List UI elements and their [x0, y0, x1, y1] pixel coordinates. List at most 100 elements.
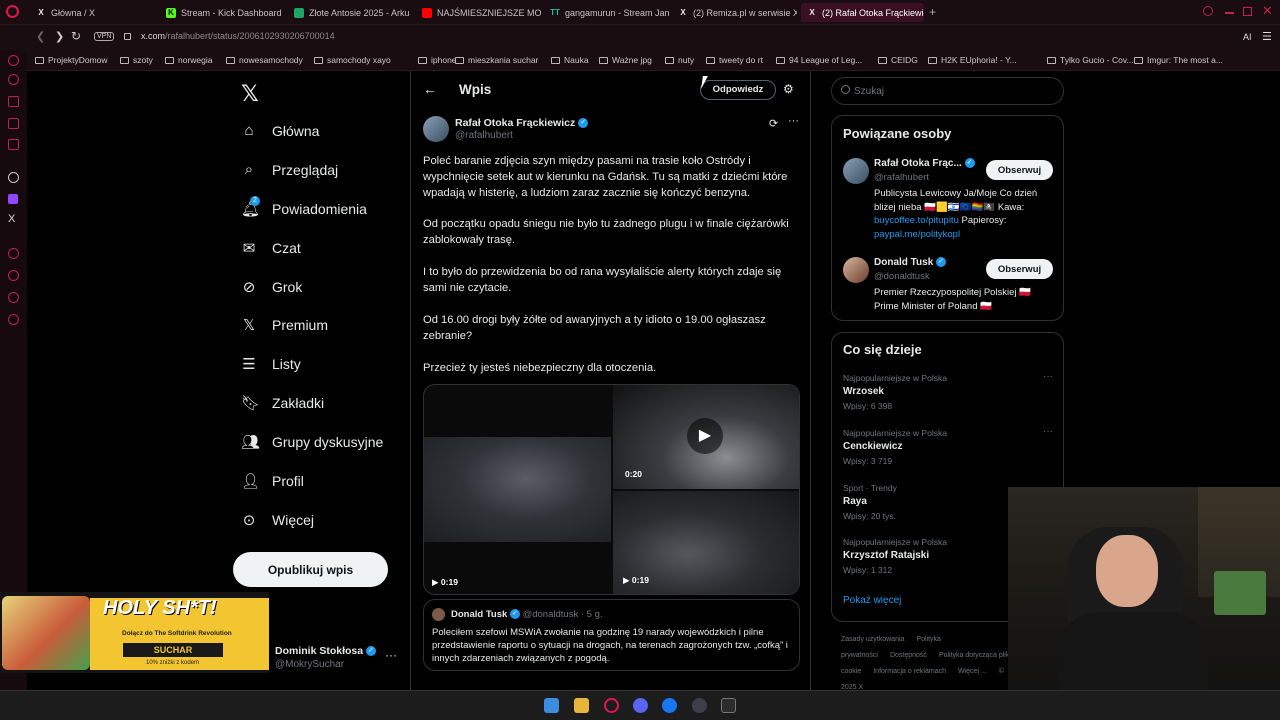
nav-item-mail[interactable]: ✉ Czat: [241, 239, 301, 257]
reload-icon[interactable]: ↻: [71, 29, 81, 43]
url-field[interactable]: x.com/rafalhubert/status/200610293020670…: [141, 31, 335, 41]
tab-4[interactable]: TT gangamurun - Stream Jan: [544, 3, 669, 22]
avatar[interactable]: [843, 158, 869, 184]
settings-icon[interactable]: [8, 314, 19, 325]
bookmark-item[interactable]: samochody xayo: [314, 55, 391, 65]
footer-link[interactable]: Informacja o reklamach: [873, 668, 946, 675]
bookmark-item[interactable]: nowesamochody: [226, 55, 303, 65]
person-name[interactable]: Rafał Otoka Frąc... ✓: [874, 158, 975, 169]
nav-item-person[interactable]: 👤︎ Profil: [241, 472, 304, 490]
follow-button[interactable]: Obserwuj: [986, 259, 1053, 279]
rail-icon-4[interactable]: [8, 118, 19, 129]
opera-logo-icon[interactable]: [6, 5, 19, 18]
play-icon[interactable]: ▶: [687, 418, 723, 454]
bookmark-item[interactable]: norwegia: [165, 55, 213, 65]
avatar[interactable]: [843, 257, 869, 283]
trend-item[interactable]: Najpopularniejsze w Polska Wrzosek Wpisy: …: [843, 371, 1053, 411]
quoted-post[interactable]: Donald Tusk ✓ @donaldtusk · 5 g. Polecił…: [423, 599, 800, 671]
discord-icon[interactable]: [633, 698, 648, 713]
account-name[interactable]: Dominik Stokłosa ✓: [275, 645, 377, 657]
rail-icon-1[interactable]: [8, 55, 19, 66]
rail-icon-2[interactable]: [8, 74, 19, 85]
person-name[interactable]: Donald Tusk ✓: [874, 257, 947, 268]
nav-item-x[interactable]: 𝕏 Premium: [241, 316, 328, 334]
search-tabs-icon[interactable]: [1203, 6, 1213, 16]
bookmark-item[interactable]: Ważne jpg: [599, 55, 652, 65]
bookmark-item[interactable]: 94 League of Leg...: [776, 55, 862, 65]
tab-3[interactable]: NAJŚMIESZNIEJSZE MOM: [416, 3, 541, 22]
grok-post-icon[interactable]: ⟳: [769, 117, 778, 130]
vpn-badge[interactable]: VPN: [94, 32, 115, 41]
grok-icon: ⊘: [242, 279, 256, 296]
footer-link[interactable]: Więcej ...: [958, 668, 987, 675]
terminal-icon[interactable]: [721, 698, 736, 713]
search-input[interactable]: Szukaj: [831, 77, 1064, 105]
video-thumbnail[interactable]: ▶ 0:19: [424, 437, 611, 587]
nav-item-people[interactable]: 👥︎ Grupy dyskusyjne: [241, 433, 383, 451]
rail-icon-8[interactable]: [8, 292, 19, 303]
rail-icon-6[interactable]: [8, 248, 19, 259]
tab-1[interactable]: K Stream - Kick Dashboard: [160, 3, 285, 22]
back-arrow-icon[interactable]: ←: [423, 81, 437, 97]
video-thumbnail[interactable]: ▶ 0:19: [613, 491, 799, 594]
video-thumbnail[interactable]: ▶ 0:20: [613, 385, 799, 489]
sliders-icon[interactable]: ⚙: [783, 82, 794, 96]
post-more-icon[interactable]: ···: [788, 115, 799, 127]
close-window-icon[interactable]: ✕: [1262, 3, 1273, 19]
account-more-icon[interactable]: ···: [385, 648, 397, 662]
show-more-link[interactable]: Pokaż więcej: [843, 595, 901, 606]
reply-button[interactable]: Odpowiedz: [700, 80, 776, 100]
chatgpt-icon[interactable]: [8, 172, 19, 183]
bookmark-item[interactable]: ProjektyDomow: [35, 55, 108, 65]
bookmark-item[interactable]: mieszkania suchar: [455, 55, 538, 65]
bookmark-item[interactable]: tweety do rt: [706, 55, 763, 65]
forward-icon[interactable]: ❯: [55, 30, 64, 43]
follow-button[interactable]: Obserwuj: [986, 160, 1053, 180]
author-avatar[interactable]: [423, 116, 449, 142]
rail-icon-7[interactable]: [8, 270, 19, 281]
rail-icon-3[interactable]: [8, 96, 19, 107]
opera-icon[interactable]: [604, 698, 619, 713]
x-rail-icon[interactable]: X: [8, 213, 15, 225]
tab-6[interactable]: X (2) Rafał Otoka Frąckiewic: [801, 3, 924, 22]
author-name[interactable]: Rafał Otoka Frąckiewicz ✓: [455, 117, 589, 129]
nav-item-home[interactable]: ⌂ Główna: [241, 122, 319, 139]
bookmark-item[interactable]: Tylko Gucio - Cov...: [1047, 55, 1134, 65]
maximize-icon[interactable]: [1243, 7, 1252, 16]
tab-2[interactable]: Złote Antosie 2025 - Arku: [288, 3, 413, 22]
back-icon[interactable]: ❮: [36, 30, 45, 43]
steam-icon[interactable]: [692, 698, 707, 713]
tab-5[interactable]: X (2) Remiza.pl w serwisie X: [672, 3, 797, 22]
ai-label[interactable]: AI: [1243, 32, 1252, 42]
footer-link[interactable]: Dostępność: [890, 652, 927, 659]
trend-item[interactable]: Najpopularniejsze w Polska Cenckiewicz Wpi…: [843, 426, 1053, 466]
facebook-icon[interactable]: [662, 698, 677, 713]
start-icon[interactable]: [544, 698, 559, 713]
trend-more-icon[interactable]: ···: [1043, 426, 1053, 437]
bookmark-item[interactable]: CEIDG: [878, 55, 918, 65]
nav-item-bookmark[interactable]: 🔖︎ Zakładki: [241, 394, 324, 412]
bookmark-item[interactable]: Nauka: [551, 55, 589, 65]
file-explorer-icon[interactable]: [574, 698, 589, 713]
bookmark-item[interactable]: H2K EUphoria! - Y...: [928, 55, 1017, 65]
nav-item-search[interactable]: ⌕ Przeglądaj: [241, 161, 338, 178]
bookmark-item[interactable]: szoty: [120, 55, 153, 65]
folder-icon: [551, 56, 560, 64]
nav-item-list[interactable]: ☰ Listy: [241, 355, 301, 373]
trend-more-icon[interactable]: ···: [1043, 371, 1053, 382]
bookmark-item[interactable]: Imgur: The most a...: [1134, 55, 1223, 65]
x-logo-icon[interactable]: 𝕏: [241, 81, 259, 107]
rail-icon-5[interactable]: [8, 139, 19, 150]
twitch-icon[interactable]: [8, 194, 18, 204]
tab-0[interactable]: X Główna / X: [30, 3, 155, 22]
bookmark-item[interactable]: nuty: [665, 55, 694, 65]
nav-item-more-circle[interactable]: ⊙ Więcej: [241, 511, 314, 529]
nav-item-grok[interactable]: ⊘ Grok: [241, 278, 303, 296]
nav-item-bell[interactable]: 🔔︎ 2 Powiadomienia: [241, 196, 367, 218]
new-tab-icon[interactable]: +: [929, 5, 936, 19]
menu-icon[interactable]: ☰: [1262, 30, 1272, 43]
bookmark-item[interactable]: iphone: [418, 55, 457, 65]
minimize-icon[interactable]: [1225, 12, 1234, 14]
footer-link[interactable]: Zasady użytkowania: [841, 636, 904, 643]
post-button[interactable]: Opublikuj wpis: [233, 552, 388, 587]
